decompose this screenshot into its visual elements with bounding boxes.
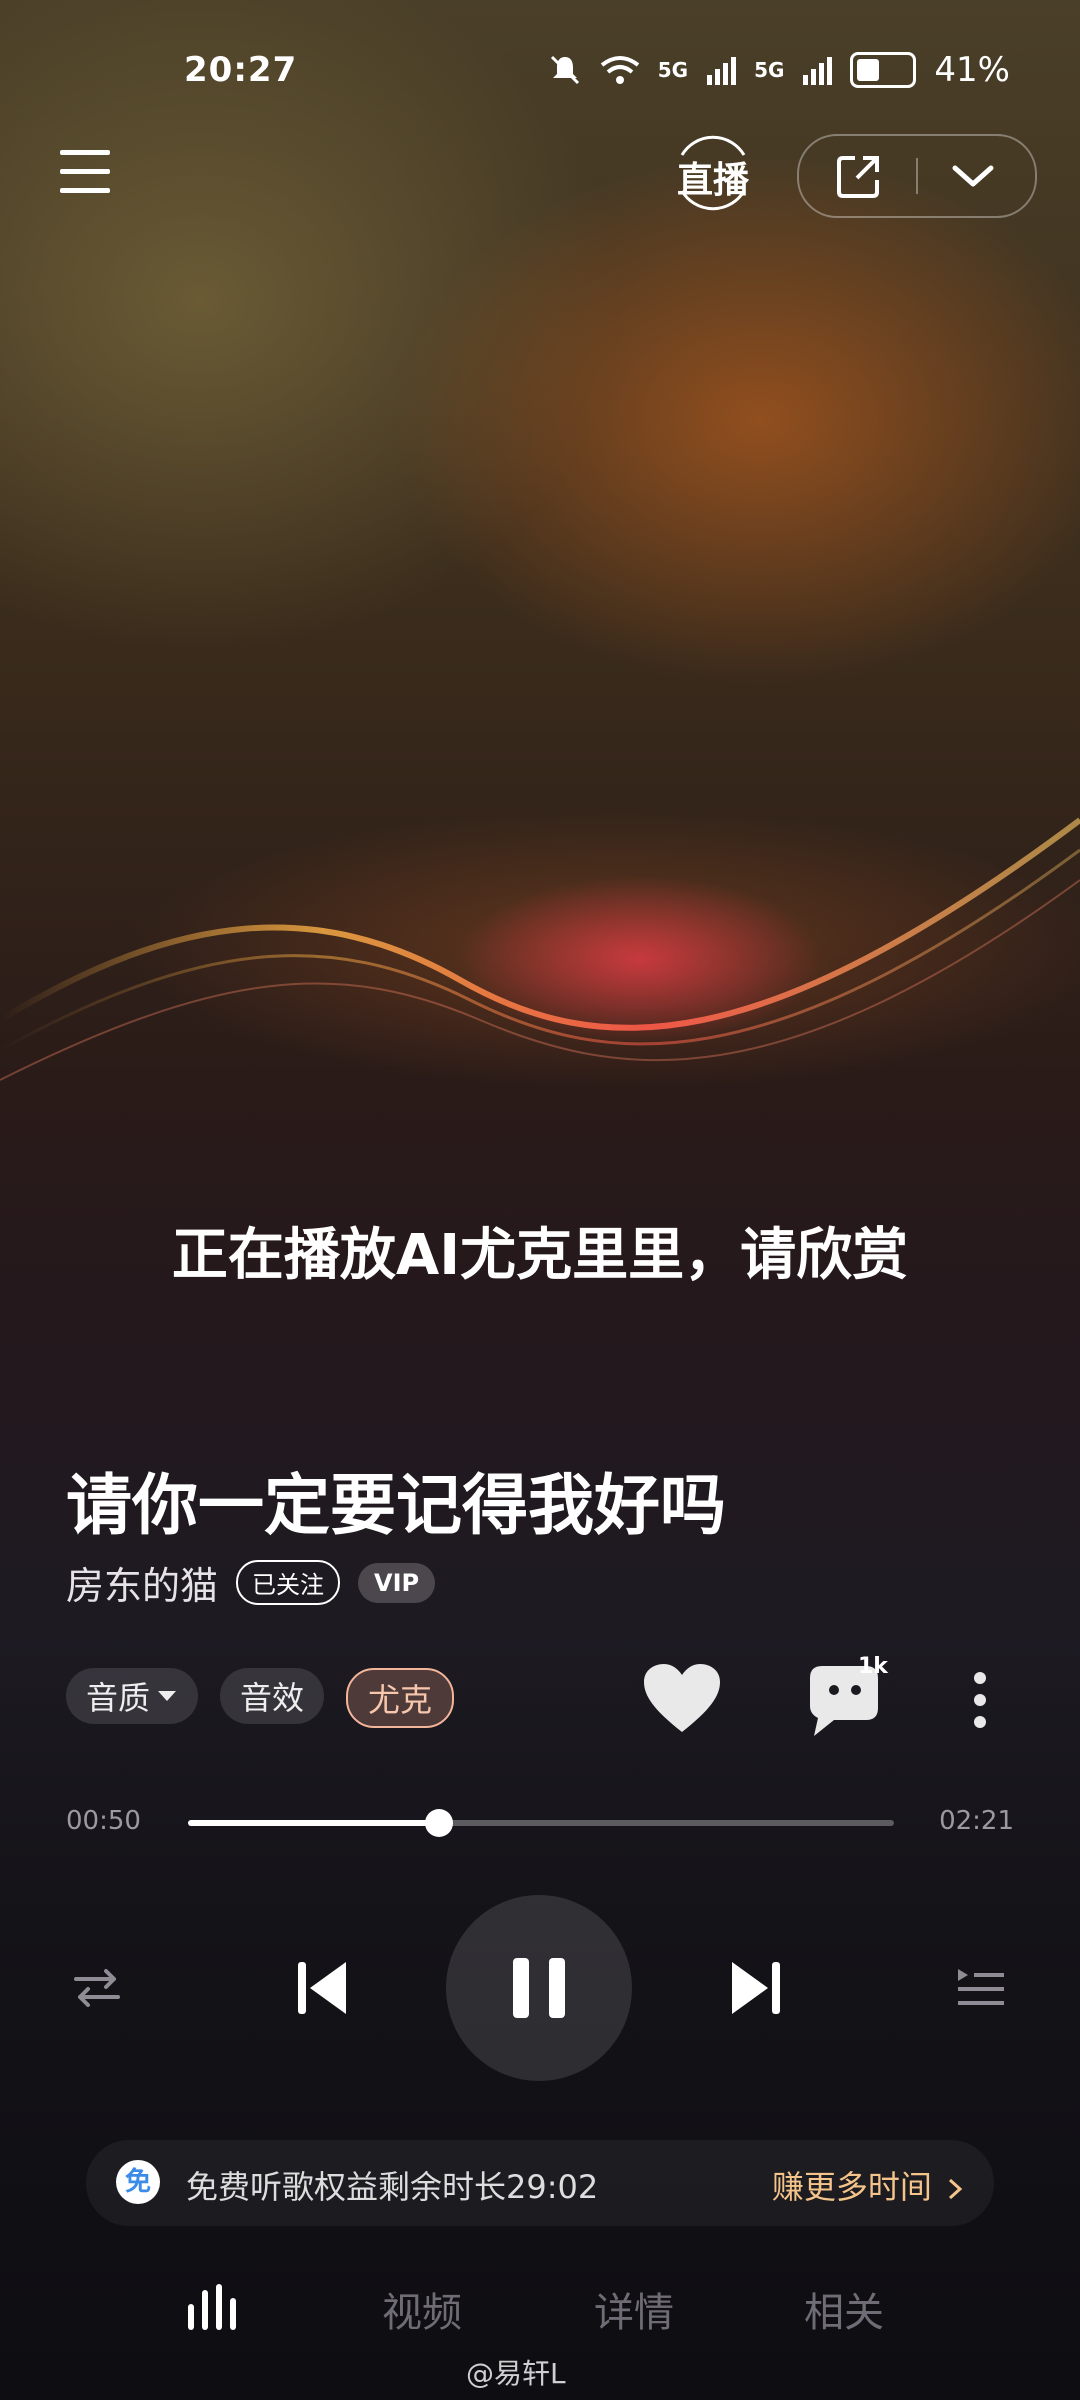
battery-level: 41% bbox=[934, 50, 1010, 90]
total-time: 02:21 bbox=[939, 1806, 1014, 1836]
ukulele-style-button[interactable]: 尤克 bbox=[346, 1668, 455, 1728]
share-icon[interactable] bbox=[835, 152, 883, 200]
song-title: 请你一定要记得我好吗 bbox=[66, 1467, 726, 1544]
style-label: 尤克 bbox=[368, 1681, 433, 1719]
quality-label: 音质 bbox=[86, 1679, 151, 1717]
tab-related[interactable]: 相关 bbox=[804, 2280, 884, 2338]
progress-knob[interactable] bbox=[424, 1809, 453, 1837]
caret-down-icon bbox=[158, 1691, 177, 1701]
current-lyric[interactable]: 正在播放AI尤克里里，请欣赏 bbox=[0, 1210, 1080, 1291]
status-bar: 20:27 5G 5G 41% bbox=[0, 40, 1080, 100]
play-pause-button[interactable] bbox=[446, 1895, 632, 2081]
effect-label: 音效 bbox=[240, 1679, 305, 1717]
live-label: 直播 bbox=[676, 160, 749, 201]
tab-video[interactable]: 视频 bbox=[382, 2280, 462, 2338]
earn-more-label: 赚更多时间 bbox=[771, 2168, 932, 2206]
progress-played bbox=[188, 1820, 439, 1826]
watermark: @易轩L bbox=[466, 2357, 566, 2390]
comment-count-badge: 1k bbox=[858, 1654, 888, 1679]
artist-row: 房东的猫 已关注 VIP bbox=[66, 1555, 436, 1610]
playlist-icon[interactable] bbox=[956, 1963, 1006, 2013]
menu-button[interactable] bbox=[60, 150, 110, 196]
earn-more-time-link[interactable]: 赚更多时间 bbox=[772, 2162, 964, 2208]
more-options-icon[interactable] bbox=[960, 1660, 1000, 1740]
current-time: 00:50 bbox=[66, 1806, 141, 1836]
status-time: 20:27 bbox=[184, 50, 298, 90]
network-label-1: 5G bbox=[657, 58, 689, 82]
mute-icon bbox=[550, 55, 579, 85]
pause-icon bbox=[513, 1958, 565, 2018]
tab-player-icon[interactable] bbox=[186, 2282, 242, 2332]
quality-button[interactable]: 音质 bbox=[66, 1668, 199, 1724]
previous-icon[interactable] bbox=[296, 1958, 348, 2018]
free-listening-banner[interactable]: 免 免费听歌权益剩余时长29:02 赚更多时间 bbox=[86, 2140, 994, 2226]
wifi-icon bbox=[600, 56, 639, 84]
free-icon: 免 bbox=[116, 2160, 160, 2204]
artist-name[interactable]: 房东的猫 bbox=[66, 1555, 218, 1610]
repeat-icon[interactable] bbox=[72, 1963, 122, 2013]
glow-wave-decoration bbox=[0, 817, 1080, 1081]
signal-icon bbox=[707, 57, 737, 85]
chevron-right-icon bbox=[948, 2178, 963, 2200]
live-button[interactable]: 直播 bbox=[672, 135, 754, 211]
progress-slider[interactable] bbox=[188, 1809, 894, 1837]
network-label-2: 5G bbox=[754, 58, 785, 82]
tab-details[interactable]: 详情 bbox=[594, 2280, 674, 2338]
follow-status-badge[interactable]: 已关注 bbox=[236, 1560, 341, 1605]
like-heart-icon[interactable] bbox=[640, 1660, 724, 1740]
pill-divider bbox=[916, 158, 918, 194]
battery-icon bbox=[850, 52, 917, 88]
signal-icon bbox=[803, 57, 833, 85]
next-icon[interactable] bbox=[730, 1958, 782, 2018]
bottom-tabs: 视频 详情 相关 bbox=[0, 2270, 1080, 2340]
vip-badge: VIP bbox=[358, 1562, 436, 1603]
chevron-down-icon[interactable] bbox=[951, 162, 995, 192]
free-time-text: 免费听歌权益剩余时长29:02 bbox=[186, 2168, 599, 2206]
option-chips: 音质 音效 尤克 bbox=[66, 1668, 455, 1728]
menu-icon bbox=[60, 150, 110, 155]
effect-button[interactable]: 音效 bbox=[220, 1668, 325, 1724]
header-action-pill bbox=[797, 134, 1037, 218]
